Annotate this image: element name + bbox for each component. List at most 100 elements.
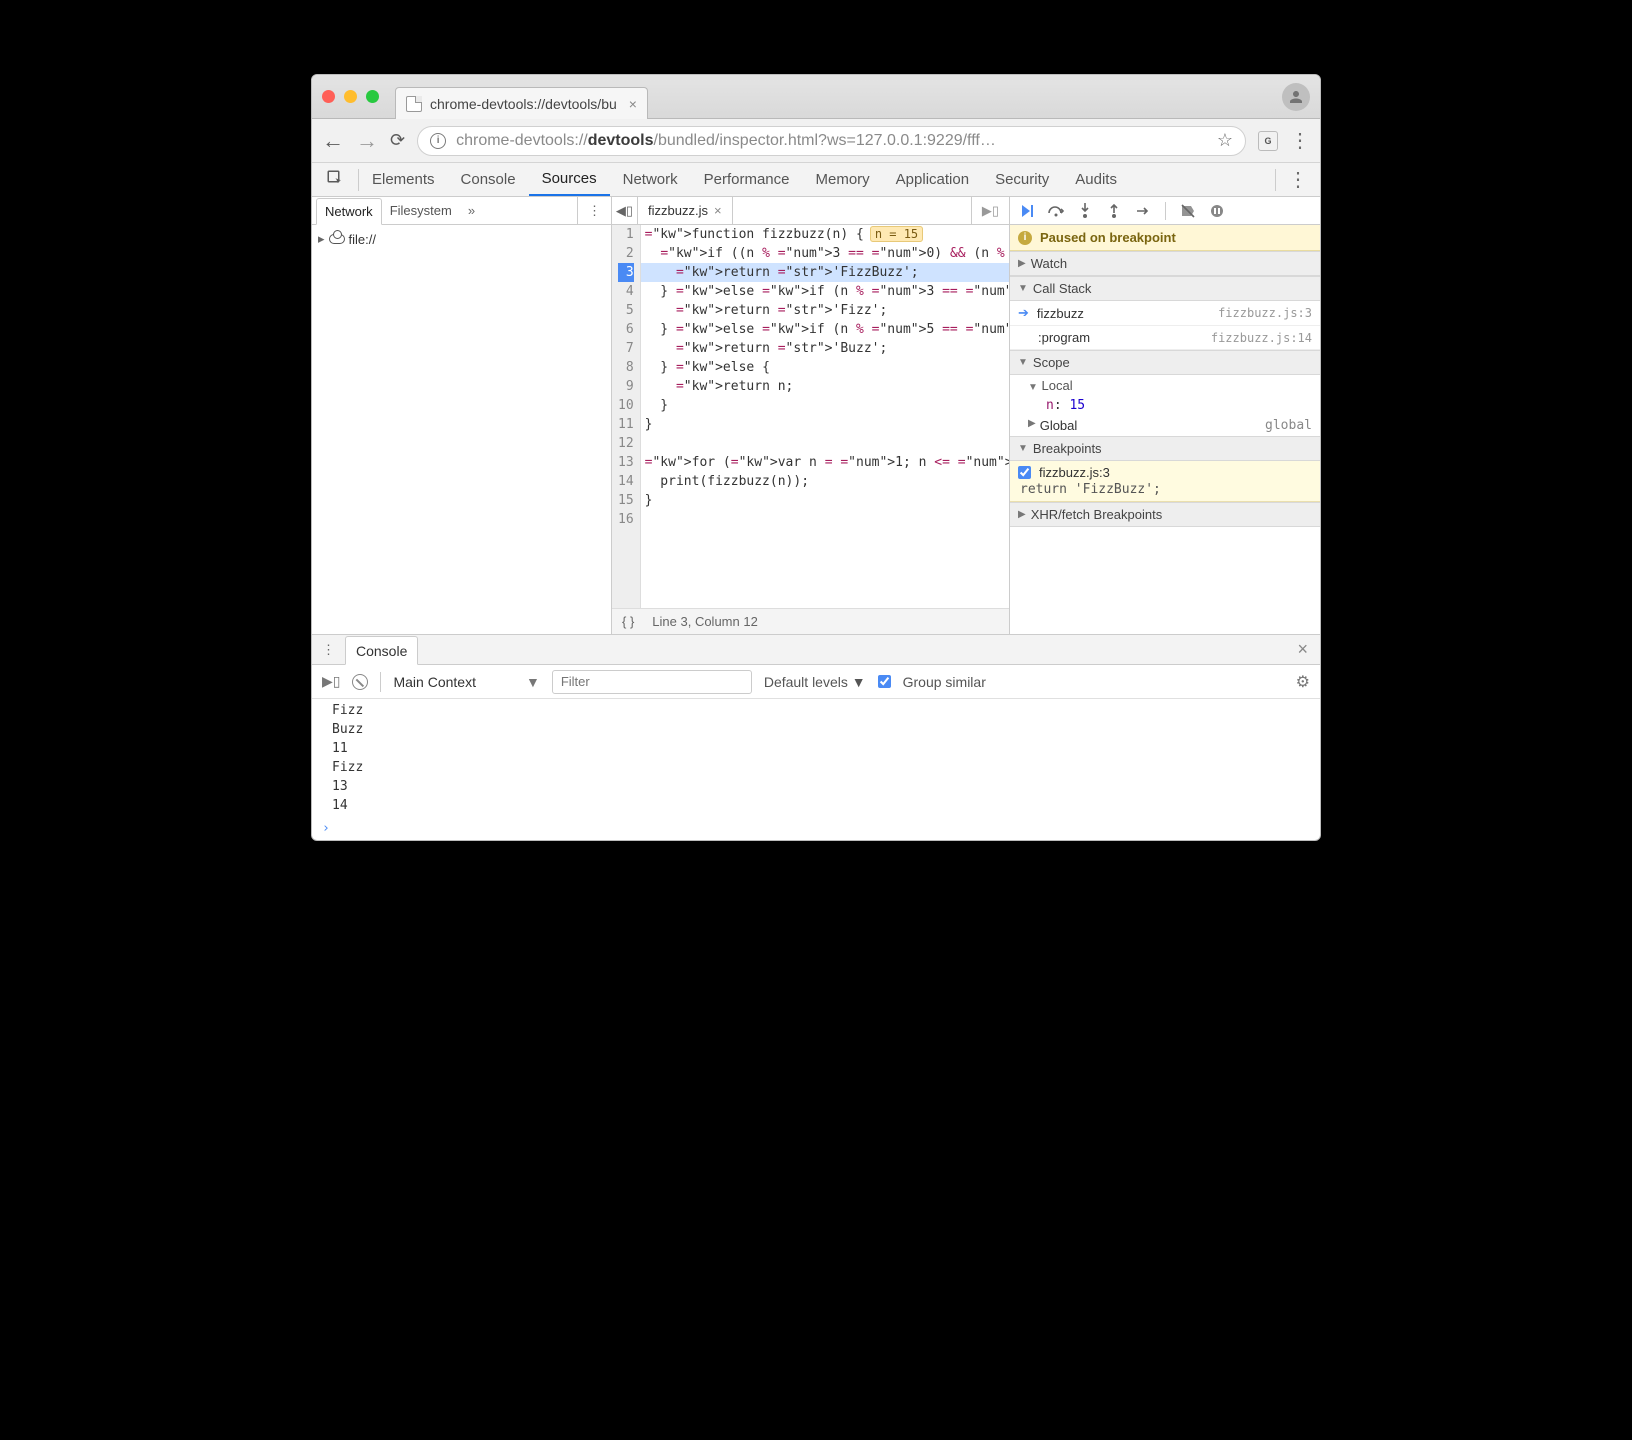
code-editor[interactable]: 12345678910111213141516 ="kw">function f… xyxy=(612,225,1009,608)
cursor-position: Line 3, Column 12 xyxy=(652,614,758,629)
pretty-print-icon[interactable]: { } xyxy=(622,614,634,629)
file-tab[interactable]: fizzbuzz.js × xyxy=(638,197,733,224)
tab-sources[interactable]: Sources xyxy=(529,163,610,196)
window-controls xyxy=(322,90,379,103)
browser-tab[interactable]: chrome-devtools://devtools/bu × xyxy=(395,87,648,119)
debugger-toolbar xyxy=(1010,197,1320,225)
step-out-button[interactable] xyxy=(1105,202,1123,220)
step-button[interactable] xyxy=(1134,202,1152,220)
toggle-navigator-icon[interactable]: ◀▯ xyxy=(612,197,638,224)
browser-tabstrip: chrome-devtools://devtools/bu × xyxy=(395,75,648,118)
console-prompt[interactable]: › xyxy=(312,817,1320,840)
close-window-button[interactable] xyxy=(322,90,335,103)
file-tab-label: fizzbuzz.js xyxy=(648,203,708,218)
console-line: Fizz xyxy=(332,701,1300,720)
tree-item-label: file:// xyxy=(349,232,376,247)
url-text: chrome-devtools://devtools/bundled/inspe… xyxy=(456,132,996,150)
tab-memory[interactable]: Memory xyxy=(803,163,883,196)
minimize-window-button[interactable] xyxy=(344,90,357,103)
site-info-icon[interactable]: i xyxy=(430,133,446,149)
breakpoint-item[interactable]: fizzbuzz.js:3 return 'FizzBuzz'; xyxy=(1010,461,1320,502)
scope-local[interactable]: ▼ Local xyxy=(1010,375,1320,396)
url-field[interactable]: i chrome-devtools://devtools/bundled/ins… xyxy=(417,126,1246,156)
subtab-filesystem[interactable]: Filesystem xyxy=(382,197,460,224)
console-line: Buzz xyxy=(332,720,1300,739)
console-line: Fizz xyxy=(332,758,1300,777)
close-drawer-icon[interactable]: × xyxy=(1285,639,1320,660)
inspect-element-icon[interactable] xyxy=(312,169,358,191)
scope-global[interactable]: ▶Globalglobal xyxy=(1010,415,1320,436)
context-selector[interactable]: Main Context▼ xyxy=(393,674,539,690)
callstack-frame[interactable]: :programfizzbuzz.js:14 xyxy=(1010,326,1320,350)
tree-item-file[interactable]: ▸ file:// xyxy=(318,231,605,247)
console-line: 11 xyxy=(332,739,1300,758)
bookmark-star-icon[interactable]: ☆ xyxy=(1217,130,1233,151)
devtools-menu-icon[interactable]: ⋮ xyxy=(1276,167,1320,192)
tab-performance[interactable]: Performance xyxy=(691,163,803,196)
breakpoints-section[interactable]: ▼Breakpoints xyxy=(1010,436,1320,461)
paused-banner: i Paused on breakpoint xyxy=(1010,225,1320,251)
group-similar-checkbox[interactable] xyxy=(878,675,891,688)
more-subtabs-icon[interactable]: » xyxy=(468,203,475,218)
tab-title: chrome-devtools://devtools/bu xyxy=(430,96,617,112)
tab-application[interactable]: Application xyxy=(883,163,982,196)
info-icon: i xyxy=(1018,231,1032,245)
cloud-icon xyxy=(329,234,345,244)
extension-icon[interactable]: G xyxy=(1258,131,1278,151)
callstack-frame[interactable]: ➔fizzbuzzfizzbuzz.js:3 xyxy=(1010,301,1320,326)
pause-exceptions-button[interactable] xyxy=(1208,202,1226,220)
scope-variable: n: 15 xyxy=(1010,396,1320,415)
xhr-breakpoints-section[interactable]: ▶XHR/fetch Breakpoints xyxy=(1010,502,1320,527)
watch-section[interactable]: ▶Watch xyxy=(1010,251,1320,276)
breakpoint-label: fizzbuzz.js:3 xyxy=(1039,465,1110,480)
console-toolbar: ▶▯ Main Context▼ Default levels ▼ Group … xyxy=(312,665,1320,699)
scope-section[interactable]: ▼Scope xyxy=(1010,350,1320,375)
editor-tabs: ◀▯ fizzbuzz.js × ▶▯ xyxy=(612,197,1009,225)
console-output: FizzBuzz11Fizz1314 xyxy=(312,699,1320,817)
navigator-menu-icon[interactable]: ⋮ xyxy=(577,197,611,224)
chrome-menu-icon[interactable]: ⋮ xyxy=(1290,128,1310,153)
close-file-icon[interactable]: × xyxy=(714,203,722,218)
drawer-tabbar: ⋮ Console × xyxy=(312,635,1320,665)
clear-console-icon[interactable] xyxy=(352,674,368,690)
step-over-button[interactable] xyxy=(1047,202,1065,220)
step-into-button[interactable] xyxy=(1076,202,1094,220)
navigator-subtabs: Network Filesystem » ⋮ xyxy=(312,197,611,225)
file-tree: ▸ file:// xyxy=(312,225,611,253)
callstack-section[interactable]: ▼Call Stack xyxy=(1010,276,1320,301)
chrome-window: chrome-devtools://devtools/bu × ← → ⟳ i … xyxy=(311,74,1321,841)
tab-network[interactable]: Network xyxy=(610,163,691,196)
close-tab-icon[interactable]: × xyxy=(629,96,637,112)
forward-button[interactable]: → xyxy=(356,128,378,154)
profile-avatar[interactable] xyxy=(1282,83,1310,111)
maximize-window-button[interactable] xyxy=(366,90,379,103)
log-levels-selector[interactable]: Default levels ▼ xyxy=(764,674,866,690)
tab-audits[interactable]: Audits xyxy=(1062,163,1130,196)
drawer-menu-icon[interactable]: ⋮ xyxy=(312,642,345,658)
console-line: 14 xyxy=(332,796,1300,815)
console-filter-input[interactable] xyxy=(552,670,752,694)
tab-security[interactable]: Security xyxy=(982,163,1062,196)
console-settings-icon[interactable]: ⚙ xyxy=(1296,672,1310,692)
toggle-sidebar-icon[interactable]: ▶▯ xyxy=(322,673,340,690)
group-similar-label: Group similar xyxy=(903,674,986,690)
paused-banner-text: Paused on breakpoint xyxy=(1040,230,1176,245)
reload-button[interactable]: ⟳ xyxy=(390,130,405,151)
debugger-pane: i Paused on breakpoint ▶Watch ▼Call Stac… xyxy=(1010,197,1320,634)
resume-button[interactable] xyxy=(1018,202,1036,220)
deactivate-breakpoints-button[interactable] xyxy=(1179,202,1197,220)
tab-elements[interactable]: Elements xyxy=(359,163,448,196)
tab-console[interactable]: Console xyxy=(448,163,529,196)
sources-panel: Network Filesystem » ⋮ ▸ file:// ◀▯ fizz… xyxy=(312,197,1320,634)
subtab-network[interactable]: Network xyxy=(316,198,382,225)
breakpoint-checkbox[interactable] xyxy=(1018,466,1031,479)
back-button[interactable]: ← xyxy=(322,128,344,154)
devtools-tabbar: Elements Console Sources Network Perform… xyxy=(312,163,1320,197)
editor-statusbar: { } Line 3, Column 12 xyxy=(612,608,1009,634)
navigator-pane: Network Filesystem » ⋮ ▸ file:// xyxy=(312,197,612,634)
drawer-tab-console[interactable]: Console xyxy=(345,636,418,665)
titlebar: chrome-devtools://devtools/bu × xyxy=(312,75,1320,119)
run-snippet-icon[interactable]: ▶▯ xyxy=(971,197,1009,224)
address-bar: ← → ⟳ i chrome-devtools://devtools/bundl… xyxy=(312,119,1320,163)
breakpoint-code: return 'FizzBuzz'; xyxy=(1018,480,1312,497)
